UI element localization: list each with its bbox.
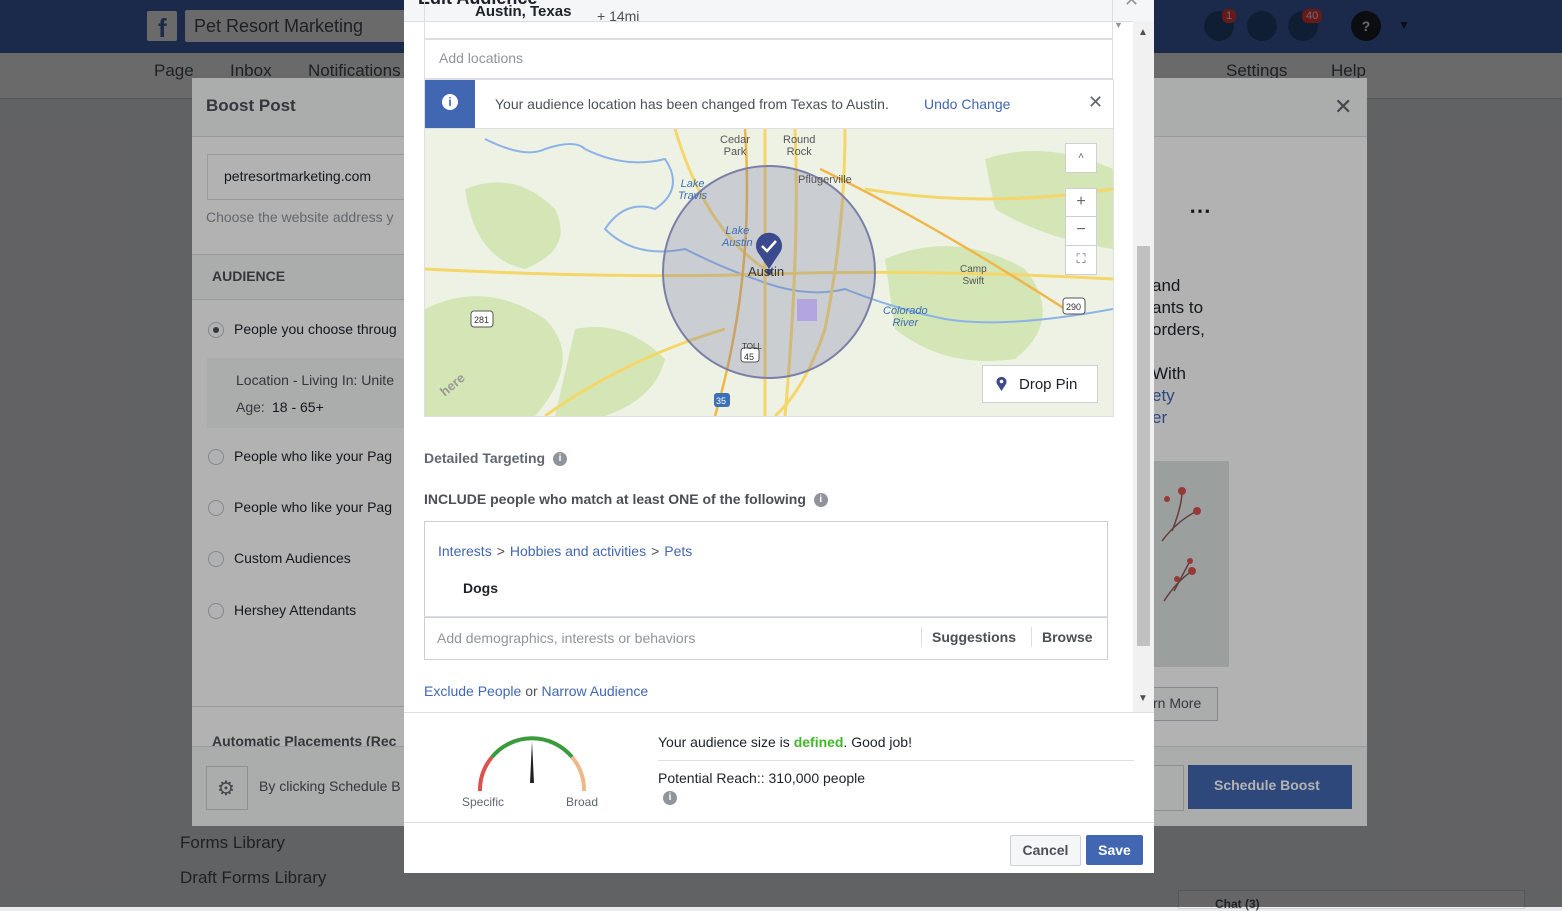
map-highway-35: 35 (716, 396, 727, 406)
map-label-cedar-park: Cedar Park (720, 134, 750, 158)
dialog-scrollbar[interactable]: ▲ ▼ (1133, 21, 1154, 712)
notice-text: Your audience location has been changed … (495, 96, 889, 112)
or-text: or (525, 683, 538, 699)
potential-reach-text: Potential Reach:: 310,000 people (658, 770, 865, 786)
include-info-icon[interactable]: i (813, 493, 828, 508)
zoom-in-icon[interactable]: + (1065, 188, 1097, 218)
size-status: defined (793, 734, 844, 750)
map-label-pflugerville: Pflugerville (798, 174, 852, 186)
drop-pin-label: Drop Pin (1019, 376, 1078, 393)
map-highway-45: 45 (744, 352, 755, 362)
breadcrumb-interests[interactable]: Interests (438, 543, 492, 559)
map-label-camp-swift: Camp Swift (960, 264, 987, 287)
add-locations-field[interactable] (424, 39, 1113, 79)
drop-pin-button[interactable]: Drop Pin (982, 365, 1098, 403)
cancel-button[interactable]: Cancel (1010, 835, 1081, 866)
location-map[interactable]: Cedar Park Round Rock Pflugerville Lake … (424, 128, 1114, 417)
map-label-colorado-river: Colorado River (883, 305, 928, 329)
scroll-down-icon[interactable]: ▼ (1138, 693, 1148, 704)
map-label-lake-travis: Lake Travis (678, 178, 708, 202)
map-label-lake-austin: Lake Austin (722, 225, 753, 249)
audience-size-panel: Specific Broad Your audience size is def… (404, 712, 1154, 823)
edit-audience-dialog: Edit Audience ✕ Austin, Texas + 14mi ▼ i… (404, 0, 1154, 873)
map-highway-290: 290 (1066, 302, 1082, 312)
exclude-narrow-line: Exclude People or Narrow Audience (424, 683, 648, 699)
map-label-round-rock: Round Rock (783, 134, 816, 158)
gauge-specific-label: Specific (462, 795, 505, 809)
targeting-selection-box: Interests > Hobbies and activities > Pets Do… (424, 521, 1108, 618)
breadcrumb: Interests > Hobbies and activities > Pets (438, 543, 692, 559)
map-highway-281: 281 (474, 315, 490, 325)
add-interests-field: Suggestions Browse (424, 616, 1108, 660)
pin-icon (996, 376, 1007, 391)
suggestions-button[interactable]: Suggestions (921, 627, 1016, 647)
zoom-out-icon[interactable]: − (1065, 216, 1097, 246)
include-label: INCLUDE people who match at least ONE of… (424, 491, 806, 507)
audience-size-text: Your audience size is defined. Good job! (658, 734, 912, 750)
breadcrumb-hobbies[interactable]: Hobbies and activities (510, 543, 646, 559)
save-button[interactable]: Save (1086, 835, 1143, 865)
info-icon: i (425, 80, 475, 128)
map-collapse-icon[interactable]: ˄ (1065, 143, 1097, 173)
breadcrumb-separator: > (496, 543, 505, 559)
location-change-notice: i Your audience location has been change… (424, 79, 1114, 129)
narrow-audience-link[interactable]: Narrow Audience (542, 683, 649, 699)
fit-to-screen-icon[interactable]: ⛶ (1065, 245, 1097, 275)
reach-value: 310,000 people (768, 770, 866, 786)
exclude-people-link[interactable]: Exclude People (424, 683, 521, 699)
detailed-targeting-label: Detailed Targeting (424, 450, 546, 466)
breadcrumb-separator: > (651, 543, 660, 559)
selected-location: Austin, Texas (475, 3, 572, 20)
size-divider (658, 760, 1134, 761)
notice-close-icon[interactable]: ✕ (1088, 92, 1103, 113)
add-interests-input[interactable] (435, 629, 909, 647)
location-radius-dropdown[interactable]: + 14mi (597, 8, 639, 24)
include-heading: INCLUDE people who match at least ONE of… (424, 491, 828, 508)
breadcrumb-pets[interactable]: Pets (664, 543, 692, 559)
undo-change-link[interactable]: Undo Change (924, 96, 1010, 112)
gauge-broad-label: Broad (566, 795, 599, 809)
scroll-up-icon[interactable]: ▲ (1138, 27, 1148, 38)
edit-audience-footer: Cancel Save (404, 822, 1154, 873)
detailed-targeting-info-icon[interactable]: i (552, 452, 567, 467)
map-label-austin: Austin (748, 264, 785, 279)
audience-size-gauge (474, 733, 590, 797)
browse-button[interactable]: Browse (1031, 627, 1093, 647)
save-label: Save (1098, 842, 1131, 858)
selected-locations-box: Austin, Texas + 14mi ▼ (424, 0, 1123, 39)
cancel-label: Cancel (1022, 842, 1069, 858)
size-prefix: Your audience size is (658, 734, 790, 750)
reach-label: Potential Reach:: (658, 770, 765, 786)
scroll-thumb[interactable] (1137, 246, 1150, 646)
edit-audience-close-icon[interactable]: ✕ (1124, 0, 1139, 11)
reach-info-icon[interactable]: i (663, 791, 677, 805)
detailed-targeting-heading: Detailed Targeting i (424, 450, 567, 467)
target-item[interactable]: Dogs (463, 580, 498, 596)
locations-scroll-down-icon[interactable]: ▼ (1114, 20, 1123, 30)
size-suffix: . Good job! (843, 734, 912, 750)
add-locations-input[interactable] (437, 49, 1041, 67)
